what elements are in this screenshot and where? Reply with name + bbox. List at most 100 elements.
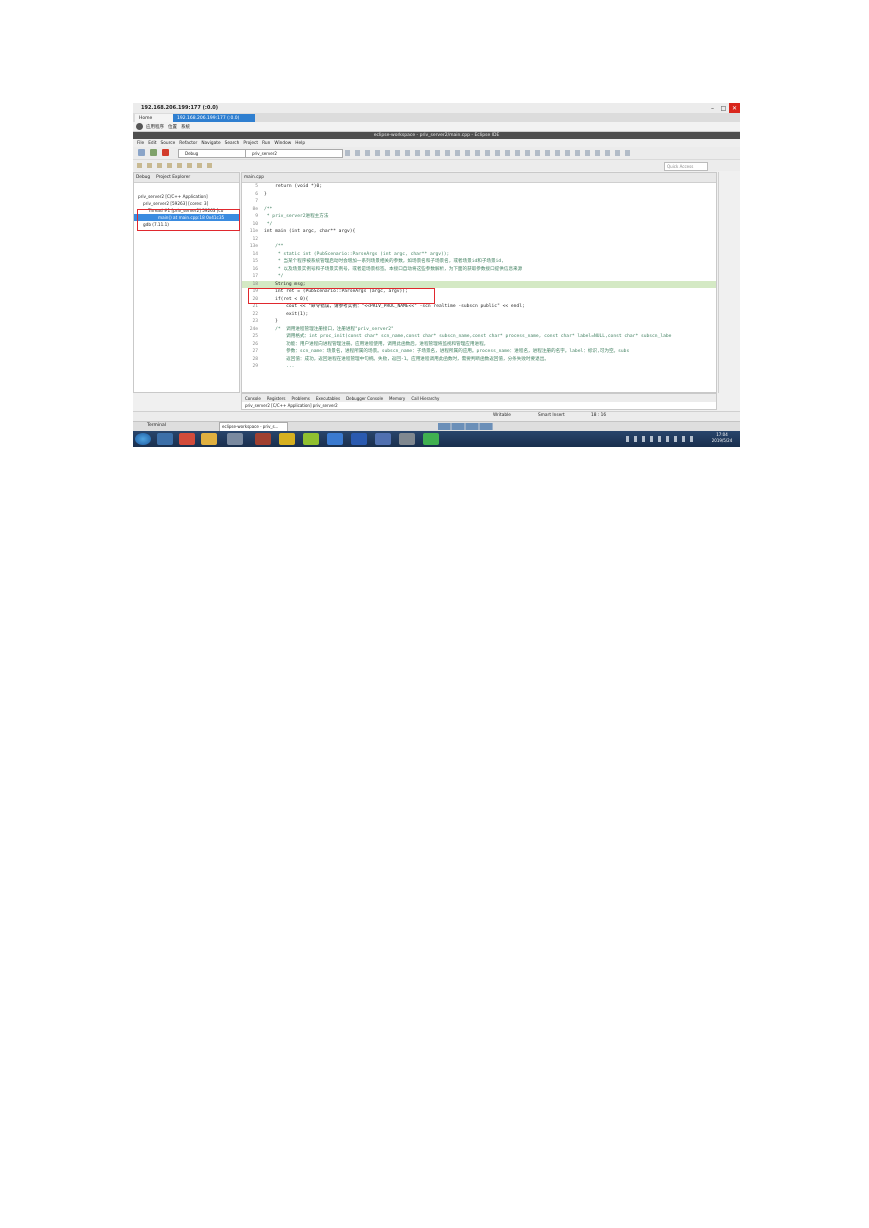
status-cursor-position: 18 : 16	[591, 413, 607, 418]
code-line[interactable]: 15 * 当某个程序被系统管理启动时会增加一系列场景相关的参数，如场景名和子场景…	[242, 258, 716, 266]
tab-call-hierarchy[interactable]: Call Hierarchy	[411, 396, 439, 401]
window-title: 192.168.206.199:177 (:0.0)	[141, 105, 219, 111]
menu-window[interactable]: Window	[274, 141, 291, 146]
code-line[interactable]: 5 return (void *)0;	[242, 183, 716, 191]
code-line[interactable]: 26 功能：用户进程向进程管理注册。应用进程使用，调用此函数后，进程管理将监视和…	[242, 341, 716, 349]
code-line[interactable]: 28 返回值：成功，返回进程在进程管理中句柄。失败，返回-1。应用进程调用此函数…	[242, 356, 716, 364]
taskbar-terminal[interactable]: Terminal	[147, 423, 166, 428]
line-number: 12	[252, 236, 258, 242]
tray-icons[interactable]	[626, 436, 696, 442]
code-line[interactable]: 17 */	[242, 273, 716, 281]
line-text: int main (int argc, char** argv){	[264, 229, 356, 234]
tree-item-launch[interactable]: priv_server2 [C/C++ Application]	[134, 193, 239, 200]
tab-problems[interactable]: Problems	[291, 396, 309, 401]
line-text: * static int (PubScenario::ParseArgs (in…	[264, 251, 450, 257]
code-line[interactable]: 7	[242, 198, 716, 206]
code-line[interactable]: 29 ...	[242, 363, 716, 371]
app-icon-5[interactable]	[351, 433, 367, 445]
status-insert-mode: Smart Insert	[538, 413, 565, 418]
code-line[interactable]: 21 cout << "命令错误，请参考实例："<<PRIV_PROC_NAME…	[242, 303, 716, 311]
line-number: 14	[252, 251, 258, 257]
editor-tab-main-cpp[interactable]: main.cpp	[244, 175, 264, 180]
launch-config-select[interactable]: priv_server2	[245, 149, 343, 158]
menu-run[interactable]: Run	[262, 141, 270, 146]
wechat-icon[interactable]	[423, 433, 439, 445]
toolbar-icons-strip[interactable]	[345, 150, 635, 156]
menu-applications[interactable]: 应用程序	[146, 124, 164, 130]
close-button[interactable]: ✕	[729, 103, 740, 113]
main-toolbar: Debug priv_server2	[133, 147, 740, 160]
folder-icon[interactable]	[201, 433, 217, 445]
code-line[interactable]: 13⊖ /**	[242, 243, 716, 251]
code-line[interactable]: 18 String msg;	[242, 280, 716, 288]
code-line[interactable]: 25 调用格式：int proc_init(const char* scn_na…	[242, 333, 716, 341]
terminate-icon[interactable]	[162, 149, 169, 156]
line-number: 28	[252, 356, 258, 362]
tab-project-explorer[interactable]: Project Explorer	[156, 175, 190, 180]
toolbar2-icons[interactable]	[137, 163, 217, 168]
menu-places[interactable]: 位置	[168, 124, 177, 130]
windows-taskbar: 17:04 2019/5/24	[133, 431, 740, 447]
code-line[interactable]: 11⊖ int main (int argc, char** argv){	[242, 228, 716, 236]
chrome-icon[interactable]	[179, 433, 195, 445]
code-line[interactable]: 10 */	[242, 221, 716, 229]
line-text: * 当某个程序被系统管理启动时会增加一系列场景相关的参数，如场景名和子场景名，或…	[264, 259, 504, 264]
app-icon-1[interactable]	[255, 433, 271, 445]
explorer-icon[interactable]	[157, 433, 173, 445]
menu-edit[interactable]: Edit	[148, 141, 156, 146]
tab-memory[interactable]: Memory	[389, 396, 405, 401]
menu-project[interactable]: Project	[243, 141, 258, 146]
eclipse-title: eclipse-workspace - priv_server2/main.cp…	[133, 132, 740, 139]
tab-console[interactable]: Console	[245, 396, 261, 401]
tab-debug[interactable]: Debug	[136, 175, 150, 180]
workspace-switcher[interactable]	[438, 423, 493, 430]
line-text: * 以及场景实例号和子场景实例号，或者是场景标签。本接口自动将这些参数解析，为下…	[264, 266, 523, 272]
gnome-foot-icon[interactable]	[136, 123, 143, 130]
line-number: 7	[255, 199, 258, 204]
menu-help[interactable]: Help	[295, 141, 305, 146]
tab-home[interactable]: Home	[135, 114, 175, 122]
code-line[interactable]: 6}	[242, 191, 716, 199]
menu-source[interactable]: Source	[161, 141, 176, 146]
maximize-button[interactable]: □	[718, 103, 729, 113]
app-icon-6[interactable]	[375, 433, 391, 445]
code-line[interactable]: 14 * static int (PubScenario::ParseArgs …	[242, 251, 716, 259]
code-line[interactable]: 24⊖ /* 调用进程管理注册接口，注册进程"priv_server2"	[242, 326, 716, 334]
app-icon-3[interactable]	[303, 433, 319, 445]
code-line[interactable]: 22 exit(1);	[242, 311, 716, 319]
app-icon-4[interactable]	[327, 433, 343, 445]
clock[interactable]: 17:04 2019/5/24	[705, 432, 739, 444]
line-number: 10	[252, 221, 258, 227]
tab-registers[interactable]: Registers	[267, 396, 286, 401]
status-bar: Writable Smart Insert 18 : 16	[133, 411, 740, 421]
menu-file[interactable]: File	[137, 141, 144, 146]
code-line[interactable]: 8⊖ /**	[242, 206, 716, 214]
tab-debugger-console[interactable]: Debugger Console	[346, 396, 383, 401]
code-line[interactable]: 23 }	[242, 318, 716, 326]
code-line[interactable]: 12	[242, 236, 716, 244]
start-button-icon[interactable]	[135, 433, 151, 445]
code-line[interactable]: 27 参数：scn_name：场景名，进程所属的场景。subscn_name：子…	[242, 348, 716, 356]
line-number: 27	[252, 349, 258, 354]
remote-viewer-icon[interactable]	[227, 433, 243, 445]
launch-mode-select[interactable]: Debug	[178, 149, 248, 158]
tab-executables[interactable]: Executables	[316, 396, 340, 401]
menu-search[interactable]: Search	[225, 141, 240, 146]
build-icon[interactable]	[138, 149, 145, 156]
menu-refactor[interactable]: Refactor	[179, 141, 197, 146]
line-number: 13⊖	[249, 244, 258, 249]
line-text: return (void *)0;	[264, 184, 323, 189]
app-icon-7[interactable]	[399, 433, 415, 445]
code-line[interactable]: 16 * 以及场景实例号和子场景实例号，或者是场景标签。本接口自动将这些参数解析…	[242, 266, 716, 274]
tree-item-process[interactable]: priv_server2 [59263] [cores: 3]	[134, 200, 239, 207]
code-line[interactable]: 9 * priv_server2进程主方法	[242, 213, 716, 221]
tab-remote[interactable]: 192.168.206.199:177 (:0.0)	[173, 114, 255, 122]
annotation-box-current-line	[248, 288, 435, 304]
minimize-button[interactable]: –	[707, 103, 718, 113]
menu-navigate[interactable]: Navigate	[201, 141, 220, 146]
quick-access-input[interactable]: Quick Access	[664, 162, 708, 171]
debug-icon[interactable]	[150, 149, 157, 156]
app-icon-2[interactable]	[279, 433, 295, 445]
line-text: /* 调用进程管理注册接口，注册进程"priv_server2"	[264, 326, 394, 332]
menu-system[interactable]: 系统	[181, 124, 190, 130]
